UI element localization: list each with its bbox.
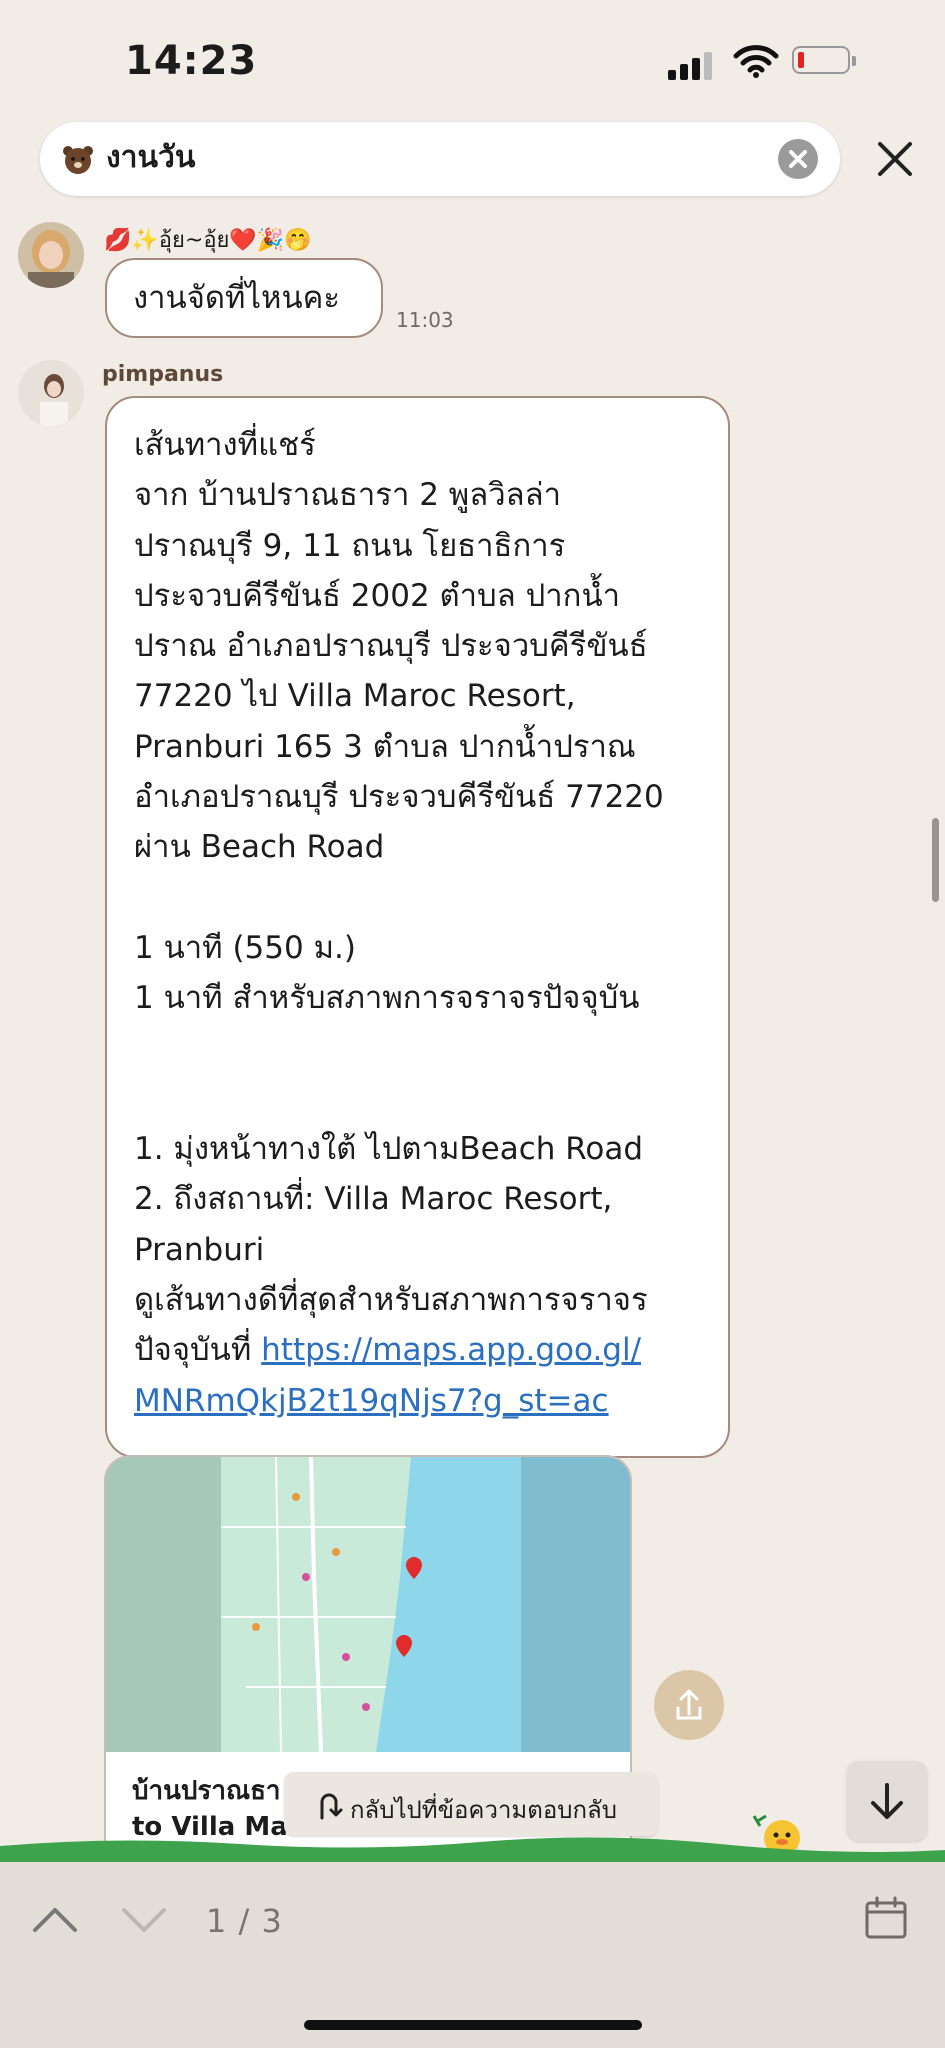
- home-indicator: [304, 2020, 642, 2030]
- next-result-button[interactable]: [121, 1906, 167, 1934]
- search-result-nav: 1 / 3: [0, 1862, 945, 2048]
- grass-decoration: [0, 1837, 945, 1864]
- search-input[interactable]: งานวัน: [106, 138, 195, 178]
- message-body: เส้นทางที่แชร์ จาก บ้านปราณธารา 2 พูลวิล…: [134, 427, 664, 1369]
- clear-search-button[interactable]: [778, 139, 818, 179]
- close-search-button[interactable]: [872, 136, 918, 182]
- message-time: 11:03: [396, 308, 454, 332]
- calendar-button[interactable]: [862, 1894, 910, 1942]
- clear-icon: [789, 150, 807, 168]
- status-time: 14:23: [125, 38, 258, 84]
- previous-result-button[interactable]: [32, 1906, 78, 1934]
- jump-to-reply-label: กลับไปที่ข้อความตอบกลับ: [350, 1796, 617, 1824]
- battery-icon: [792, 46, 856, 74]
- arrow-down-icon: [871, 1783, 903, 1819]
- sender-name: pimpanus: [102, 362, 224, 387]
- message-bubble[interactable]: เส้นทางที่แชร์ จาก บ้านปราณธารา 2 พูลวิล…: [105, 396, 730, 1458]
- reply-return-icon: [320, 1793, 343, 1820]
- wifi-icon: [733, 45, 779, 78]
- share-button[interactable]: [654, 1670, 724, 1740]
- map-thumbnail[interactable]: [106, 1457, 630, 1753]
- scroll-to-bottom-button[interactable]: [847, 1761, 927, 1841]
- result-counter: 1 / 3: [206, 1902, 283, 1940]
- avatar[interactable]: [18, 222, 84, 288]
- scrollbar[interactable]: [932, 818, 939, 902]
- message-bubble[interactable]: งานจัดที่ไหนคะ: [105, 258, 383, 338]
- status-bar: 14:23: [0, 0, 945, 120]
- sender-name: 💋✨อุ้ย~อุ้ย❤️🎉🤭: [104, 228, 312, 253]
- message-text: งานจัดที่ไหนคะ: [133, 280, 341, 316]
- cellular-signal-icon: [668, 50, 718, 80]
- avatar[interactable]: [18, 360, 84, 426]
- bear-sticker-icon: [63, 146, 93, 174]
- map-card-title: บ้านปราณธา to Villa Ma: [132, 1776, 288, 1842]
- share-icon: [676, 1689, 702, 1720]
- message-text: เส้นทางที่แชร์ จาก บ้านปราณธารา 2 พูลวิล…: [134, 420, 714, 1426]
- jump-to-reply-button[interactable]: กลับไปที่ข้อความตอบกลับ: [284, 1772, 658, 1836]
- chat-area[interactable]: 💋✨อุ้ย~อุ้ย❤️🎉🤭 งานจัดที่ไหนคะ 11:03 pim…: [0, 212, 945, 1860]
- search-bar[interactable]: งานวัน: [40, 122, 840, 196]
